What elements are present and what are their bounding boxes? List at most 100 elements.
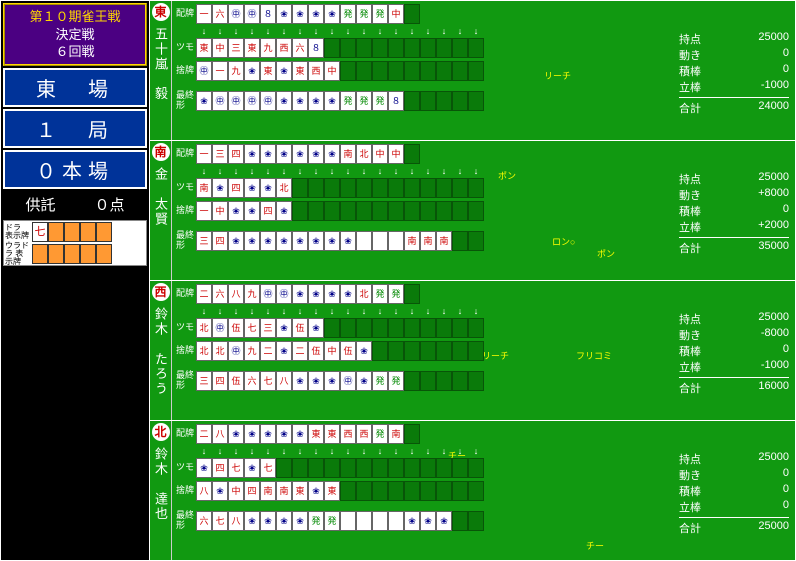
player-row: 西 鈴木 たろう リーチフリコミ 配牌二六八九㊥㊥❀❀❀❀北発発 ↓↓↓↓↓↓↓… — [150, 281, 795, 421]
tile-slot — [324, 178, 340, 198]
mahjong-tile: ❀ — [436, 511, 452, 531]
tile-slot — [388, 178, 404, 198]
tile-slot — [452, 61, 468, 81]
ugoki-label: 動き — [679, 467, 701, 483]
riichi-value: -1000 — [745, 79, 789, 95]
mahjong-tile: 中 — [212, 38, 228, 58]
ugoki-value: -8000 — [745, 327, 789, 343]
mahjong-tile: ❀ — [308, 284, 324, 304]
riichi-value: -1000 — [745, 359, 789, 375]
mahjong-tile-blank — [356, 231, 372, 251]
mahjong-tile: 中 — [388, 144, 404, 164]
tile-slot — [404, 4, 420, 24]
tile-slot — [420, 38, 436, 58]
mahjong-tile: ８ — [308, 38, 324, 58]
mahjong-tile: 南 — [436, 231, 452, 251]
ugoki-label: 動き — [679, 187, 701, 203]
ji-label: 持点 — [679, 171, 701, 187]
tile-slot — [452, 511, 468, 531]
mahjong-tile: 伍 — [308, 341, 324, 361]
tile-slot — [468, 91, 484, 111]
tile-slot — [468, 231, 484, 251]
mahjong-tile: ❀ — [260, 178, 276, 198]
ji-value: 25000 — [745, 451, 789, 467]
mahjong-tile: 七 — [260, 371, 276, 391]
tile-slot — [468, 201, 484, 221]
mahjong-tile: 三 — [228, 38, 244, 58]
tile-slot — [372, 341, 388, 361]
player-row: 東 五十嵐 毅 リーチ 配牌一六㊥㊥８❀❀❀❀発発発中 ↓↓↓↓↓↓↓↓↓↓↓↓… — [150, 1, 795, 141]
mahjong-tile: 一 — [196, 144, 212, 164]
score-block: 持点25000 動き+8000 積棒0 立棒+2000 合計35000 — [679, 171, 789, 256]
tile-slot — [340, 38, 356, 58]
mahjong-tile: 南 — [340, 144, 356, 164]
tile-slot — [340, 178, 356, 198]
final-label: 最終形 — [176, 511, 196, 531]
mahjong-tile: 発 — [324, 511, 340, 531]
mahjong-tile: 北 — [356, 284, 372, 304]
tile-slot — [308, 201, 324, 221]
tile-slot — [356, 38, 372, 58]
mahjong-tile: ㊥ — [244, 91, 260, 111]
mahjong-tile: 九 — [260, 38, 276, 58]
tile-slot — [468, 178, 484, 198]
tile-slot — [340, 201, 356, 221]
mahjong-tile: ❀ — [244, 201, 260, 221]
mahjong-tile: 発 — [308, 511, 324, 531]
dora-label: ドラ 表示牌 — [4, 223, 32, 241]
tsumi-label: 積棒 — [679, 343, 701, 359]
mahjong-tile: 七 — [212, 511, 228, 531]
mahjong-tile: 南 — [420, 231, 436, 251]
call-annotation: リーチ — [482, 349, 509, 362]
tile-slot — [404, 38, 420, 58]
ugoki-label: 動き — [679, 327, 701, 343]
mahjong-tile: 一 — [212, 61, 228, 81]
goukei-label: 合計 — [679, 100, 701, 116]
mahjong-tile: 中 — [324, 341, 340, 361]
mahjong-tile: 三 — [212, 144, 228, 164]
goukei-label: 合計 — [679, 380, 701, 396]
mahjong-tile: ㊥ — [228, 341, 244, 361]
tsumi-label: 積棒 — [679, 483, 701, 499]
players-area: 東 五十嵐 毅 リーチ 配牌一六㊥㊥８❀❀❀❀発発発中 ↓↓↓↓↓↓↓↓↓↓↓↓… — [149, 1, 795, 560]
mahjong-tile: 西 — [340, 424, 356, 444]
mahjong-tile: ❀ — [228, 201, 244, 221]
mahjong-tile: 四 — [244, 481, 260, 501]
ugoki-value: +8000 — [745, 187, 789, 203]
mahjong-tile-blank — [340, 511, 356, 531]
seat-wind: 東 — [152, 3, 170, 21]
final-label: 最終形 — [176, 371, 196, 391]
tile-slot — [468, 481, 484, 501]
ji-label: 持点 — [679, 31, 701, 47]
tile-slot — [404, 178, 420, 198]
tile-slot — [404, 61, 420, 81]
mahjong-tile: 九 — [244, 341, 260, 361]
mahjong-tile: 発 — [388, 284, 404, 304]
call-annotation: フリコミ — [576, 349, 612, 362]
tile-slot — [404, 424, 420, 444]
seat-wind: 南 — [152, 143, 170, 161]
uradora-label: ウラドラ 表示牌 — [4, 241, 32, 267]
mahjong-tile: 東 — [292, 481, 308, 501]
mahjong-tile: 四 — [228, 178, 244, 198]
mahjong-tile: ❀ — [404, 511, 420, 531]
mahjong-tile: 中 — [212, 201, 228, 221]
tile-slot — [308, 458, 324, 478]
call-annotation: ポン — [498, 169, 516, 182]
mahjong-tile: ❀ — [260, 424, 276, 444]
mahjong-tile: ❀ — [292, 4, 308, 24]
tile-slot — [452, 318, 468, 338]
tile-slot — [420, 178, 436, 198]
mahjong-tile: 二 — [292, 341, 308, 361]
mahjong-tile: ❀ — [276, 341, 292, 361]
match-title: 第１０期雀王戦 決定戦 ６回戦 — [3, 3, 147, 66]
mahjong-tile: ㊥ — [212, 91, 228, 111]
round-indicator: 東 場 — [3, 68, 147, 107]
tile-slot — [452, 91, 468, 111]
title-l1: 第１０期雀王戦 — [8, 8, 142, 26]
seat-column: 東 五十嵐 毅 — [150, 1, 172, 140]
call-annotation: ポン — [597, 247, 615, 260]
tile-slot — [436, 371, 452, 391]
tile-slot — [372, 61, 388, 81]
mahjong-tile: ㊥ — [196, 61, 212, 81]
